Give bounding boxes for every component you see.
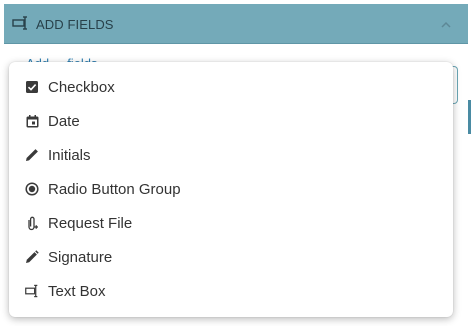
add-field-dropdown-menu: Checkbox Date Initials Radio Button Grou… bbox=[9, 62, 453, 317]
pen-icon bbox=[25, 148, 39, 162]
menu-item-text-box[interactable]: Text Box bbox=[9, 274, 453, 308]
menu-item-label: Date bbox=[48, 112, 80, 130]
menu-item-label: Radio Button Group bbox=[48, 180, 181, 198]
add-fields-header[interactable]: ADD FIELDS bbox=[4, 4, 468, 44]
menu-item-signature[interactable]: Signature bbox=[9, 240, 453, 274]
menu-item-label: Signature bbox=[48, 248, 113, 266]
menu-item-label: Initials bbox=[48, 146, 91, 164]
text-box-icon bbox=[12, 16, 29, 30]
menu-item-date[interactable]: Date bbox=[9, 104, 453, 138]
menu-item-label: Text Box bbox=[48, 282, 106, 300]
menu-item-radio-button-group[interactable]: Radio Button Group bbox=[9, 172, 453, 206]
calendar-icon bbox=[25, 114, 39, 128]
checkbox-icon bbox=[25, 80, 39, 94]
chevron-up-icon[interactable] bbox=[440, 18, 452, 30]
menu-item-label: Request File bbox=[48, 214, 133, 232]
menu-item-label: Checkbox bbox=[48, 78, 115, 96]
paperclip-icon bbox=[25, 216, 39, 230]
header-title: ADD FIELDS bbox=[36, 17, 114, 32]
menu-item-checkbox[interactable]: Checkbox bbox=[9, 70, 453, 104]
radio-button-icon bbox=[25, 182, 39, 196]
signature-pen-icon bbox=[25, 250, 39, 264]
menu-item-initials[interactable]: Initials bbox=[9, 138, 453, 172]
menu-item-request-file[interactable]: Request File bbox=[9, 206, 453, 240]
text-box-icon bbox=[25, 284, 39, 298]
